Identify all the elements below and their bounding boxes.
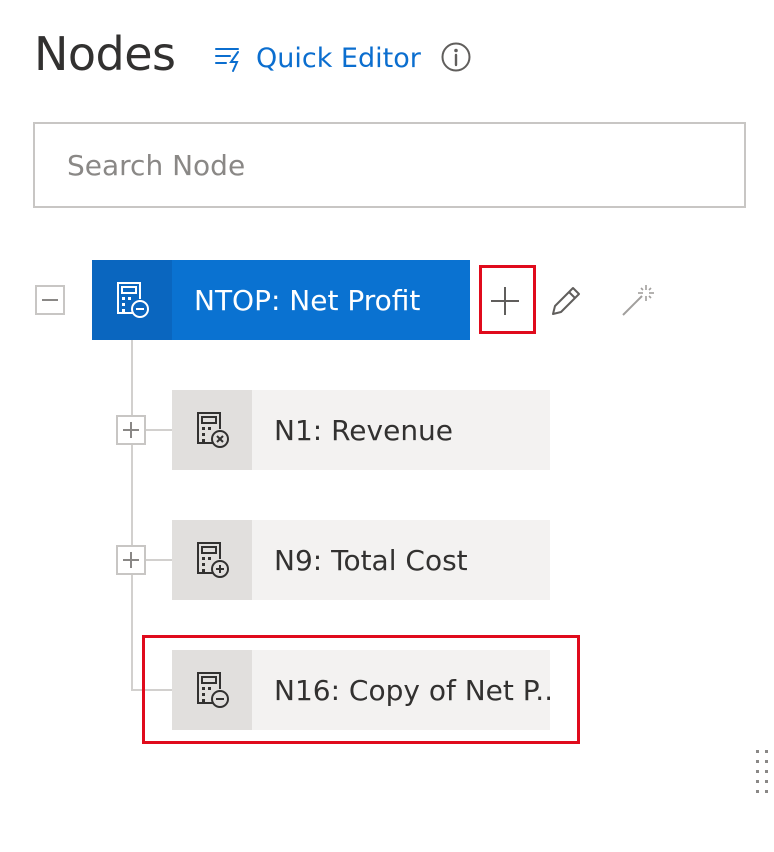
calculator-minus-icon: [117, 282, 149, 318]
search-box[interactable]: [33, 122, 746, 208]
magic-wand-icon[interactable]: [620, 282, 656, 318]
node-label: N16: Copy of Net P...: [274, 673, 550, 707]
tree-connector: [131, 689, 172, 691]
drag-handle-icon[interactable]: [752, 748, 772, 794]
calculator-minus-icon: [197, 672, 229, 708]
tree-node[interactable]: N16: Copy of Net P...: [172, 650, 550, 730]
quick-editor-link[interactable]: Quick Editor: [214, 40, 421, 76]
page-title: Nodes: [34, 27, 176, 81]
pencil-icon[interactable]: [549, 284, 583, 318]
calculator-multiply-icon: [197, 412, 229, 448]
calculator-plus-icon: [197, 542, 229, 578]
quick-edit-icon: [215, 48, 239, 72]
add-icon[interactable]: [489, 285, 521, 317]
info-icon[interactable]: [440, 41, 472, 73]
tree-node[interactable]: N1: Revenue: [172, 390, 550, 470]
node-icon-box: [172, 650, 252, 730]
tree-connector: [131, 340, 133, 690]
collapse-toggle[interactable]: [35, 285, 65, 315]
node-icon-box: [172, 390, 252, 470]
expand-toggle[interactable]: [116, 415, 146, 445]
quick-editor-label: Quick Editor: [256, 42, 421, 74]
expand-toggle[interactable]: [116, 545, 146, 575]
node-label: NTOP: Net Profit: [194, 283, 421, 317]
node-label: N1: Revenue: [274, 413, 454, 447]
node-icon-box: [92, 260, 172, 340]
tree-node[interactable]: N9: Total Cost: [172, 520, 550, 600]
node-label: N9: Total Cost: [274, 543, 468, 577]
node-icon-box: [172, 520, 252, 600]
search-input[interactable]: [65, 123, 744, 207]
tree-node-root[interactable]: NTOP: Net Profit: [92, 260, 470, 340]
